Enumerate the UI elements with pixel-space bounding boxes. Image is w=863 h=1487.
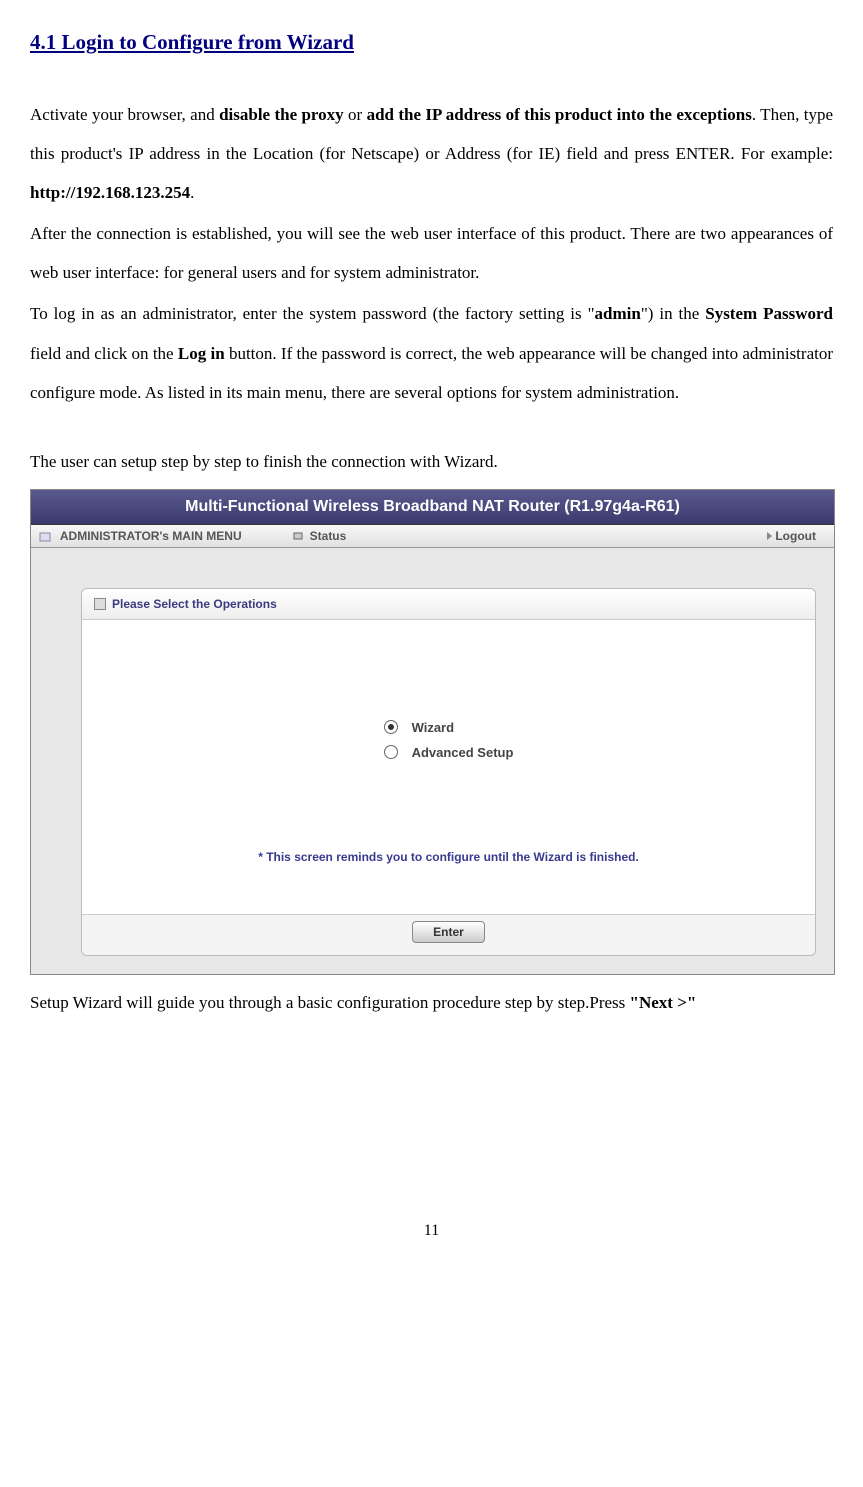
- text-bold: Log in: [178, 344, 225, 363]
- radio-icon: [384, 720, 398, 734]
- text-bold: http://192.168.123.254: [30, 183, 190, 202]
- enter-button-row: Enter: [82, 914, 815, 955]
- status-icon: [292, 531, 304, 541]
- menu-status[interactable]: Status: [292, 529, 347, 543]
- text: Setup Wizard will guide you through a ba…: [30, 993, 630, 1012]
- text: or: [344, 105, 367, 124]
- content-area: Please Select the Operations Wizard Adva…: [31, 548, 834, 974]
- panel-title: Please Select the Operations: [112, 597, 277, 611]
- text: Activate your browser, and: [30, 105, 219, 124]
- radio-group: Wizard Advanced Setup: [384, 710, 514, 770]
- text: ") in the: [641, 304, 705, 323]
- radio-icon: [384, 745, 398, 759]
- text: To log in as an administrator, enter the…: [30, 304, 595, 323]
- operations-panel: Please Select the Operations Wizard Adva…: [81, 588, 816, 956]
- panel-body: Wizard Advanced Setup * This screen remi…: [82, 620, 815, 914]
- paragraph-3: To log in as an administrator, enter the…: [30, 294, 833, 411]
- text: .: [190, 183, 194, 202]
- radio-advanced-label: Advanced Setup: [412, 745, 514, 760]
- radio-advanced[interactable]: Advanced Setup: [384, 745, 514, 760]
- text-bold: disable the proxy: [219, 105, 344, 124]
- enter-button[interactable]: Enter: [412, 921, 485, 943]
- triangle-icon: [767, 532, 772, 540]
- menu-bar: ADMINISTRATOR's MAIN MENU Status Logout: [31, 525, 834, 548]
- radio-wizard-label: Wizard: [412, 720, 455, 735]
- menu-logout-label: Logout: [775, 529, 816, 543]
- menu-main-label: ADMINISTRATOR's MAIN MENU: [60, 529, 242, 543]
- paragraph-1: Activate your browser, and disable the p…: [30, 95, 833, 212]
- paragraph-2: After the connection is established, you…: [30, 214, 833, 292]
- text-bold: System Password: [705, 304, 833, 323]
- page-number: 11: [30, 1222, 833, 1240]
- panel-icon: [94, 598, 106, 610]
- panel-footer-note: * This screen reminds you to configure u…: [82, 850, 815, 874]
- section-title: 4.1 Login to Configure from Wizard: [30, 30, 833, 55]
- text-bold: "Next >": [630, 993, 697, 1012]
- text-bold: add the IP address of this product into …: [367, 105, 752, 124]
- menu-main[interactable]: ADMINISTRATOR's MAIN MENU: [39, 529, 242, 543]
- router-screenshot: Multi-Functional Wireless Broadband NAT …: [30, 489, 835, 975]
- text-bold: admin: [595, 304, 641, 323]
- panel-header: Please Select the Operations: [82, 589, 815, 620]
- document-icon: [39, 532, 51, 542]
- paragraph-4: The user can setup step by step to finis…: [30, 442, 833, 481]
- menu-status-label: Status: [310, 529, 347, 543]
- body-content: Activate your browser, and disable the p…: [30, 95, 833, 481]
- radio-wizard[interactable]: Wizard: [384, 720, 514, 735]
- router-header-title: Multi-Functional Wireless Broadband NAT …: [31, 490, 834, 525]
- text: field and click on the: [30, 344, 178, 363]
- menu-logout[interactable]: Logout: [767, 529, 826, 543]
- paragraph-5: Setup Wizard will guide you through a ba…: [30, 983, 833, 1022]
